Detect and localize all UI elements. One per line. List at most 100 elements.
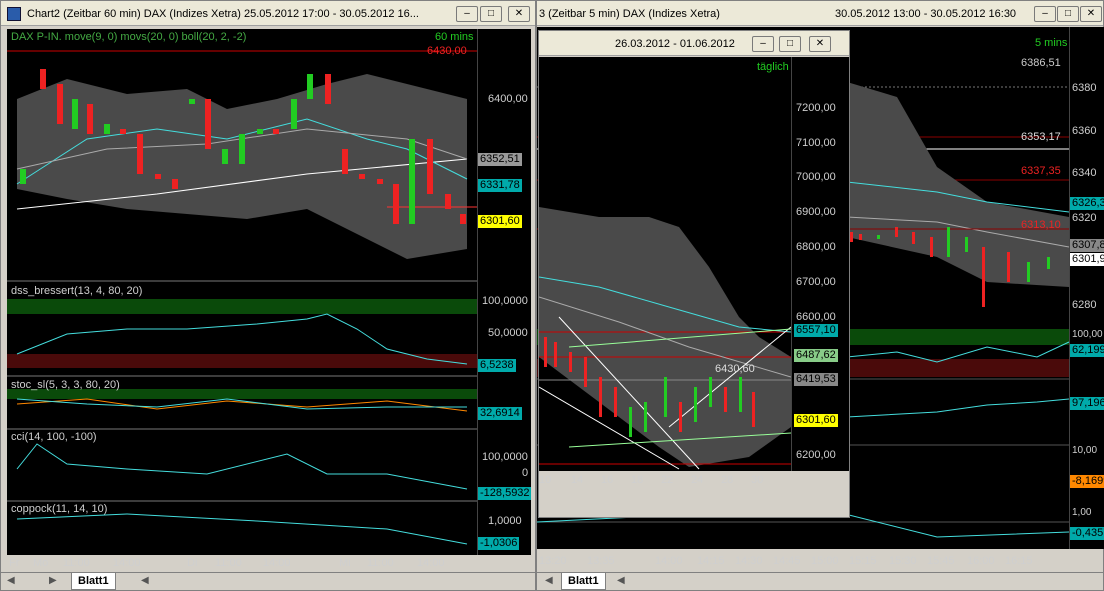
chart2-window: Chart2 (Zeitbar 60 min) DAX (Indizes Xet…	[0, 0, 536, 591]
chart2-maximize-button[interactable]: □	[480, 6, 502, 22]
daily-xtick: 10	[539, 474, 552, 486]
chart2-minimize-button[interactable]: –	[456, 6, 478, 22]
daily-minimize-button[interactable]: –	[752, 36, 774, 52]
chart2-ytick: 6400,00	[488, 93, 528, 105]
chart2-xtick: Di	[187, 557, 198, 569]
daily-ytick: 6900,00	[796, 206, 836, 218]
chart3-level-tag: 6326,3	[1070, 197, 1104, 210]
chart2-level-tag: 6331,78	[478, 179, 522, 192]
chart2-level-tag: 6301,60	[478, 215, 522, 228]
chart2-plot[interactable]: DAX P-IN. move(9, 0) movs(20, 0) boll(20…	[7, 29, 531, 555]
daily-ytick: 7200,00	[796, 102, 836, 114]
chart3-ytick: 6360	[1072, 125, 1097, 137]
chart3-tab-nav-left[interactable]: ◀	[545, 575, 553, 586]
chart3-minimize-button[interactable]: –	[1034, 6, 1056, 22]
daily-xtick: 28	[721, 474, 734, 486]
daily-ytick: 6200,00	[796, 449, 836, 461]
chart2-scroll-left[interactable]: ◀	[141, 575, 149, 586]
chart3-xtick: 14:15	[697, 555, 725, 567]
chart2-sub-value: 32,6914	[478, 407, 522, 420]
daily-window: 26.03.2012 - 01.06.2012 – □ ✕ 6430,60 tä…	[538, 30, 850, 518]
chart3-maximize-button[interactable]: □	[1057, 6, 1079, 22]
daily-plot[interactable]: 6430,60 täglich	[539, 57, 791, 471]
chart3-sub-value: 97,196	[1070, 397, 1104, 410]
daily-xaxis: 10 14 16 18 22 24 28 30	[539, 474, 791, 490]
daily-xtick: 14	[571, 474, 584, 486]
chart2-tab-nav-right[interactable]: ▶	[49, 575, 57, 586]
chart3-xtick: 16:15	[1005, 555, 1033, 567]
chart3-titlebar[interactable]: 3 (Zeitbar 5 min) DAX (Indizes Xetra) 30…	[537, 1, 1103, 26]
chart2-titlebar[interactable]: Chart2 (Zeitbar 60 min) DAX (Indizes Xet…	[1, 1, 535, 26]
chart2-sub-name: cci(14, 100, -100)	[11, 431, 97, 443]
daily-level-tag: 6557,10	[794, 324, 838, 337]
chart2-indicator-label: DAX P-IN. move(9, 0) movs(20, 0) boll(20…	[11, 31, 247, 43]
chart2-sub-tick: 0	[522, 467, 529, 479]
chart2-xtick: 11:00	[367, 557, 394, 569]
chart3-close-button[interactable]: ✕	[1080, 6, 1102, 22]
chart2-level-tag: 6352,51	[478, 153, 522, 166]
chart3-sub-value: 62,199	[1070, 344, 1104, 357]
chart3-xtick: 16:00	[967, 555, 995, 567]
chart3-level-label: 6353,17	[1021, 131, 1061, 143]
chart2-level-red: 6430,00	[427, 45, 467, 57]
chart3-xtick: 13:20	[539, 555, 567, 567]
chart2-period: 60 mins	[435, 31, 474, 43]
chart3-yaxis: 6380 6360 6340 6320 6280 6326,3 6307,8 6…	[1069, 27, 1104, 549]
daily-xtick: 30	[751, 474, 764, 486]
daily-ytick: 7100,00	[796, 137, 836, 149]
chart3-level-tag: 6301,9	[1070, 253, 1104, 266]
chart3-xtick: 14:45	[773, 555, 801, 567]
daily-maximize-button[interactable]: □	[779, 36, 801, 52]
daily-ytick: 6600,00	[796, 311, 836, 323]
chart2-xtick: 14:00	[263, 557, 291, 569]
chart2-xtick: Mi	[339, 557, 351, 569]
chart3-sub-tick: 100,00	[1072, 329, 1103, 340]
daily-ytick: 7000,00	[796, 171, 836, 183]
chart3-sub-value: -8,1699	[1070, 475, 1104, 488]
chart2-sheet-tab[interactable]: Blatt1	[71, 573, 116, 590]
chart3-sub-value: -0,4357	[1070, 527, 1104, 540]
daily-xtick: 18	[631, 474, 644, 486]
chart3-level-label: 6386,51	[1021, 57, 1061, 69]
chart2-sub-tick: 50,0000	[488, 327, 528, 339]
chart2-sub-value: -128,5932	[478, 487, 531, 500]
daily-ytick: 6700,00	[796, 276, 836, 288]
daily-scrollbar[interactable]	[791, 471, 849, 517]
chart2-sub-value: 6,5238	[478, 359, 516, 372]
chart3-xtick: 15:00	[811, 555, 839, 567]
app-icon	[7, 7, 21, 21]
chart3-title: 3 (Zeitbar 5 min) DAX (Indizes Xetra)	[539, 8, 720, 20]
chart3-sub-tick: 10,00	[1072, 445, 1098, 456]
chart3-level-label: 6337,35	[1021, 165, 1061, 177]
daily-ytick: 6800,00	[796, 241, 836, 253]
chart3-xtick: 14:30	[735, 555, 763, 567]
chart3-period: 5 mins	[1035, 37, 1068, 49]
chart3-xaxis: 13:20 13:35 14:00 14:15 14:30 14:45 15:0…	[537, 555, 1069, 571]
chart3-level-tag: 6307,8	[1070, 239, 1104, 252]
chart2-xtick: Mo	[33, 557, 49, 569]
chart2-xtick: 11:00	[215, 557, 242, 569]
chart3-xtick: 15:30	[889, 555, 917, 567]
chart3-level-label: 6313,10	[1021, 219, 1061, 231]
daily-level-tag: 6301,60	[794, 414, 838, 427]
chart2-sub-tick: 100,0000	[482, 451, 528, 463]
daily-title: 26.03.2012 - 01.06.2012	[615, 38, 735, 50]
chart2-sub-name: coppock(11, 14, 10)	[11, 503, 108, 515]
chart3-xtick: 15:45	[927, 555, 955, 567]
daily-close-button[interactable]: ✕	[809, 36, 831, 52]
chart2-title: Chart2 (Zeitbar 60 min) DAX (Indizes Xet…	[27, 8, 419, 20]
chart3-sheet-tab[interactable]: Blatt1	[561, 573, 606, 590]
chart3-ytick: 6280	[1072, 299, 1097, 311]
chart2-close-button[interactable]: ✕	[508, 6, 530, 22]
daily-level-tag: 6419,53	[794, 373, 838, 386]
daily-level-tag: 6487,62	[794, 349, 838, 362]
daily-titlebar[interactable]: 26.03.2012 - 01.06.2012 – □ ✕	[539, 31, 849, 56]
chart2-xaxis: Fr Mo 11:00 14:00 Di 11:00 14:00 Mi 11:0…	[7, 557, 477, 573]
chart3-scroll-left[interactable]: ◀	[617, 575, 625, 586]
chart2-xtick: 14:00	[113, 557, 141, 569]
daily-svg	[539, 207, 791, 470]
chart2-tab-nav-left[interactable]: ◀	[7, 575, 15, 586]
daily-annotation: 6430,60	[715, 363, 755, 375]
chart3-ytick: 6340	[1072, 167, 1097, 179]
chart2-tabbar: ◀ ▶ Blatt1 ◀	[1, 572, 535, 590]
